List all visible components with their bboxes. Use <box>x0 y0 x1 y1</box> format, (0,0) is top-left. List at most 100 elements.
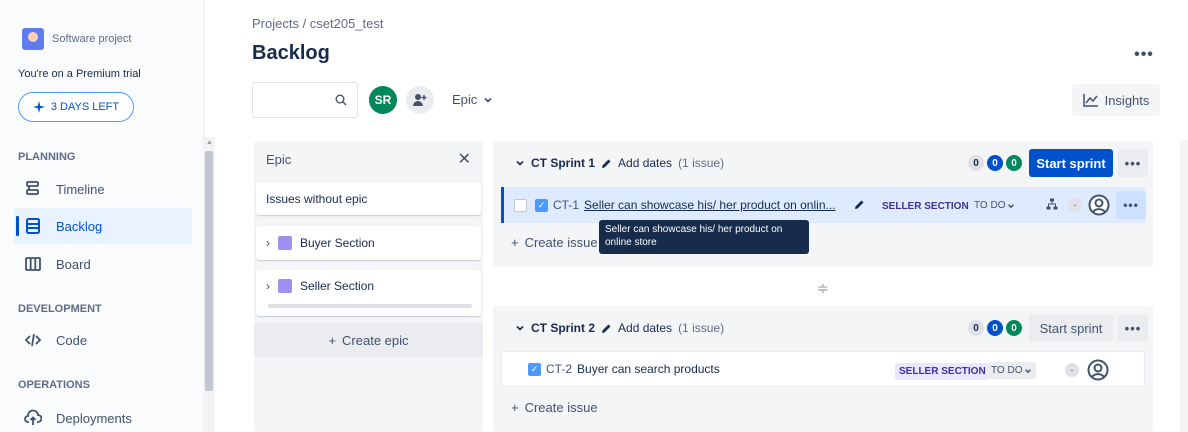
issue-count: (1 issue) <box>678 156 725 170</box>
sidebar-item-label: Timeline <box>56 181 105 197</box>
pencil-icon <box>602 324 611 333</box>
issues-without-epic[interactable]: Issues without epic <box>256 183 481 215</box>
estimate-badge[interactable]: - <box>1065 363 1079 377</box>
epic-item-buyer-section[interactable]: › Buyer Section <box>256 226 481 260</box>
issues-without-epic-label: Issues without epic <box>266 192 368 206</box>
create-epic-button[interactable]: + Create epic <box>254 323 483 357</box>
sidebar-item-board[interactable]: Board <box>14 246 192 282</box>
chevron-down-icon <box>1008 203 1015 208</box>
sprint-name: CT Sprint 1 <box>531 156 596 170</box>
count-done: 0 <box>1006 155 1022 171</box>
issue-key[interactable]: CT-1 <box>553 198 579 212</box>
epic-color-swatch <box>278 279 292 293</box>
sidebar-scrollbar[interactable]: ▲ <box>203 137 215 432</box>
epic-filter-dropdown[interactable]: Epic <box>452 92 493 107</box>
sparkle-icon <box>32 101 45 113</box>
status-dropdown[interactable]: TO DO <box>970 197 1019 214</box>
add-dates-link[interactable]: Add dates <box>618 156 672 170</box>
epic-name: Buyer Section <box>300 236 375 250</box>
insights-button[interactable]: Insights <box>1072 84 1160 116</box>
start-sprint-button[interactable]: Start sprint <box>1029 314 1113 342</box>
chart-line-icon <box>1082 94 1098 107</box>
sidebar-scroll-thumb[interactable] <box>205 151 213 391</box>
sidebar-item-timeline[interactable]: Timeline <box>14 171 192 207</box>
epic-panel: Epic ✕ Issues without epic › Buyer Secti… <box>254 141 483 432</box>
sprint-status-counts: 0 0 0 <box>968 320 1022 336</box>
issue-count: (1 issue) <box>678 321 725 335</box>
sprint-header[interactable]: CT Sprint 1 Add dates (1 issue) <box>515 156 724 170</box>
sprint-2: CT Sprint 2 Add dates (1 issue) 0 0 0 St… <box>493 306 1153 432</box>
board-icon <box>25 257 41 271</box>
epic-filter-label: Epic <box>452 92 478 107</box>
add-people-button[interactable] <box>406 86 434 114</box>
estimate-badge[interactable]: - <box>1068 198 1082 212</box>
create-issue-label: Create issue <box>524 235 598 250</box>
issue-key[interactable]: CT-2 <box>546 362 572 376</box>
assignee-avatar-icon[interactable] <box>1088 194 1110 216</box>
issue-more-button[interactable]: ••• <box>1116 191 1146 219</box>
epic-panel-title: Epic <box>266 152 292 167</box>
chevron-down-icon <box>484 97 492 103</box>
create-issue-button[interactable]: + Create issue <box>511 400 598 415</box>
section-operations: OPERATIONS <box>18 379 90 391</box>
chevron-right-icon[interactable]: › <box>266 279 270 293</box>
sprint-1: CT Sprint 1 Add dates (1 issue) 0 0 0 St… <box>493 141 1153 267</box>
epic-label[interactable]: SELLER SECTION <box>878 198 973 215</box>
sidebar-item-deployments[interactable]: Deployments <box>14 400 192 432</box>
child-issues-icon[interactable] <box>1046 198 1058 210</box>
create-issue-button[interactable]: + Create issue <box>511 235 598 250</box>
search-icon <box>335 94 347 106</box>
story-icon: ✓ <box>535 198 548 212</box>
scroll-up-icon[interactable]: ▲ <box>206 139 213 146</box>
epic-progress-bar <box>268 304 472 308</box>
project-header[interactable]: Software project <box>22 28 131 50</box>
issue-row-ct-2[interactable]: ✓ CT-2 Buyer can search products SELLER … <box>501 351 1145 387</box>
close-icon[interactable]: ✕ <box>458 149 471 169</box>
sprint-more-button[interactable]: ••• <box>1118 149 1148 177</box>
breadcrumb[interactable]: Projects / cset205_test <box>252 16 384 31</box>
epic-item-seller-section[interactable]: › Seller Section <box>256 270 481 316</box>
drag-handle-icon[interactable]: ≑ <box>817 280 829 297</box>
sidebar-item-backlog[interactable]: Backlog <box>14 208 192 244</box>
issue-summary[interactable]: Seller can showcase his/ her product on … <box>584 198 835 212</box>
story-icon: ✓ <box>528 362 541 376</box>
status-label: TO DO <box>991 365 1023 376</box>
pencil-icon[interactable] <box>854 199 865 210</box>
start-sprint-button[interactable]: Start sprint <box>1029 149 1113 177</box>
cloud-upload-icon <box>24 409 42 425</box>
create-epic-label: Create epic <box>342 332 409 348</box>
section-planning: PLANNING <box>18 151 76 163</box>
sprint-header[interactable]: CT Sprint 2 Add dates (1 issue) <box>515 321 724 335</box>
timeline-icon <box>26 181 39 195</box>
chevron-right-icon[interactable]: › <box>266 236 270 250</box>
days-left-button[interactable]: 3 DAYS LEFT <box>18 92 134 122</box>
project-avatar <box>22 28 44 50</box>
sprint-name: CT Sprint 2 <box>531 321 596 335</box>
code-icon <box>24 333 42 347</box>
issue-row-ct-1[interactable]: ✓ CT-1 Seller can showcase his/ her prod… <box>501 187 1146 223</box>
count-todo: 0 <box>968 320 984 336</box>
count-in-progress: 0 <box>987 320 1003 336</box>
page-scrollbar[interactable] <box>1180 140 1188 432</box>
add-dates-link[interactable]: Add dates <box>618 321 672 335</box>
issue-checkbox[interactable] <box>514 198 527 212</box>
count-done: 0 <box>1006 320 1022 336</box>
sidebar: Software project You're on a Premium tri… <box>0 0 205 432</box>
status-dropdown[interactable]: TO DO <box>987 362 1037 379</box>
pencil-icon <box>602 159 611 168</box>
sidebar-item-label: Code <box>56 332 88 348</box>
plus-icon: + <box>511 400 519 415</box>
sprint-more-button[interactable]: ••• <box>1118 314 1148 342</box>
project-name: Software project <box>52 33 132 45</box>
epic-label[interactable]: SELLER SECTION <box>895 363 990 380</box>
more-actions-button[interactable]: ••• <box>1128 41 1160 69</box>
issue-summary[interactable]: Buyer can search products <box>577 362 720 376</box>
assignee-avatar-icon[interactable] <box>1087 359 1109 381</box>
sidebar-item-code[interactable]: Code <box>14 322 192 358</box>
status-label: TO DO <box>974 200 1006 211</box>
search-input[interactable] <box>252 82 358 118</box>
count-todo: 0 <box>968 155 984 171</box>
create-issue-label: Create issue <box>524 400 598 415</box>
avatar[interactable]: SR <box>369 86 397 114</box>
plus-icon: + <box>511 235 519 250</box>
